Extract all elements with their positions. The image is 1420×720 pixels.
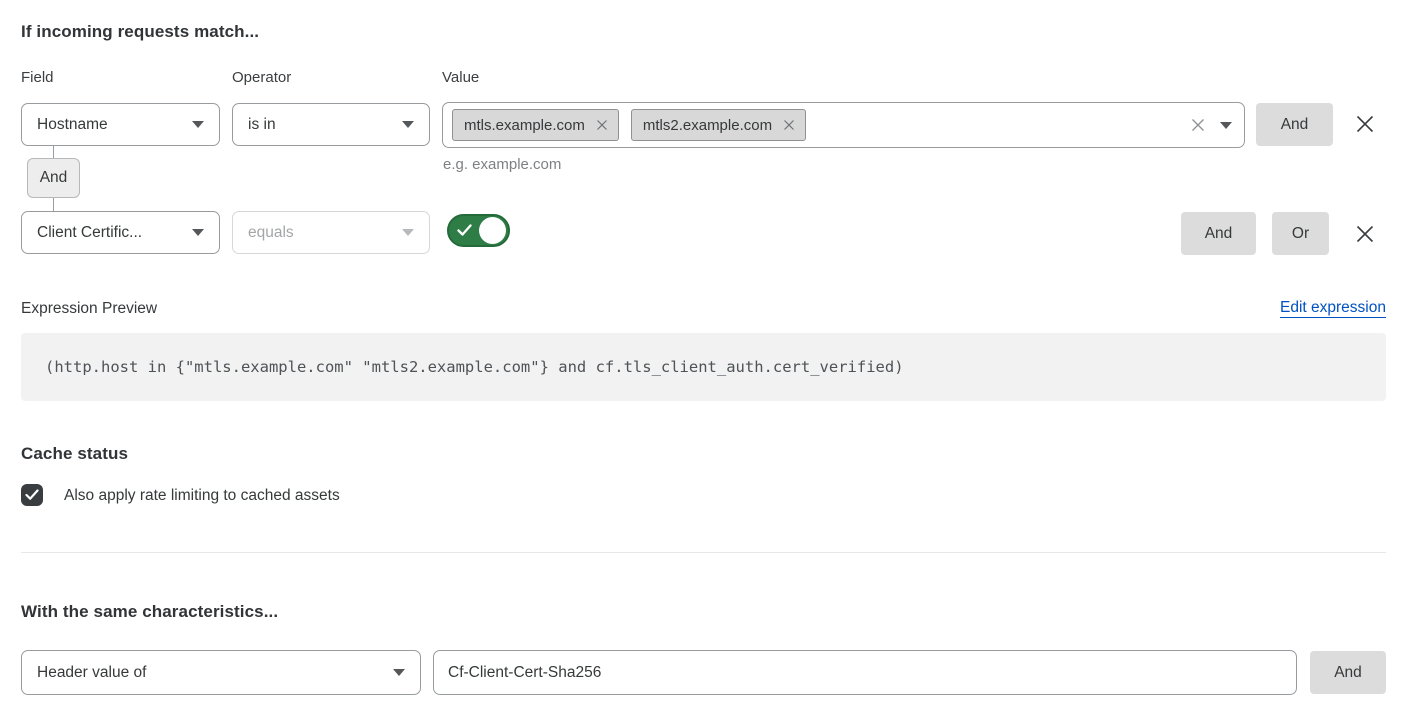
connector-and-button[interactable]: And (27, 158, 80, 198)
chevron-down-icon (192, 121, 204, 128)
characteristics-title: With the same characteristics... (21, 602, 278, 622)
chevron-down-icon (402, 121, 414, 128)
cached-assets-checkbox[interactable] (21, 484, 43, 506)
remove-tag-icon[interactable] (783, 119, 795, 131)
field-select-row2[interactable]: Client Certific... (21, 211, 220, 254)
cert-verified-toggle[interactable] (447, 214, 510, 247)
section-divider (21, 552, 1386, 553)
operator-select-row1[interactable]: is in (232, 103, 430, 146)
delete-row1-icon[interactable] (1353, 112, 1377, 136)
chevron-down-icon (192, 229, 204, 236)
header-name-input[interactable] (433, 650, 1297, 695)
value-tag-text: mtls.example.com (464, 117, 585, 134)
chevron-down-icon[interactable] (1220, 122, 1232, 129)
chevron-down-icon (402, 229, 414, 236)
value-tag[interactable]: mtls2.example.com (631, 109, 806, 141)
cached-assets-checkbox-label: Also apply rate limiting to cached asset… (64, 487, 340, 505)
expression-preview-block: (http.host in {"mtls.example.com" "mtls2… (21, 333, 1386, 401)
value-tag-text: mtls2.example.com (643, 117, 772, 134)
value-tag-list: mtls.example.com mtls2.example.com (452, 109, 1190, 141)
field-select-row2-value: Client Certific... (37, 224, 142, 242)
cache-status-title: Cache status (21, 444, 128, 464)
rule-builder: If incoming requests match... Field Oper… (0, 0, 1420, 720)
operator-select-row1-value: is in (248, 116, 276, 134)
operator-column-label: Operator (232, 69, 291, 86)
delete-row2-icon[interactable] (1353, 222, 1377, 246)
connector-line-top (53, 146, 54, 158)
edit-expression-link[interactable]: Edit expression (1280, 299, 1386, 318)
check-icon (25, 489, 39, 501)
field-select-row1-value: Hostname (37, 116, 108, 134)
toggle-knob (479, 217, 506, 244)
value-controls (1190, 117, 1232, 133)
value-multiselect-row1[interactable]: mtls.example.com mtls2.example.com (442, 102, 1245, 148)
match-section-title: If incoming requests match... (21, 22, 259, 42)
characteristic-select[interactable]: Header value of (21, 650, 421, 695)
expression-code: (http.host in {"mtls.example.com" "mtls2… (21, 358, 904, 376)
add-and-condition-button-row1[interactable]: And (1256, 103, 1333, 146)
operator-select-row2-value: equals (248, 224, 294, 242)
characteristic-select-value: Header value of (37, 664, 146, 682)
remove-tag-icon[interactable] (596, 119, 608, 131)
chevron-down-icon (393, 669, 405, 676)
value-column-label: Value (442, 69, 479, 86)
add-characteristic-button[interactable]: And (1310, 651, 1386, 694)
field-select-row1[interactable]: Hostname (21, 103, 220, 146)
operator-select-row2: equals (232, 211, 430, 254)
field-column-label: Field (21, 69, 54, 86)
connector-line-bottom (53, 198, 54, 211)
value-helper-text: e.g. example.com (443, 156, 561, 173)
add-or-condition-button-row2[interactable]: Or (1272, 212, 1329, 255)
add-and-condition-button-row2[interactable]: And (1181, 212, 1256, 255)
expression-preview-label: Expression Preview (21, 300, 157, 318)
clear-values-icon[interactable] (1190, 117, 1206, 133)
value-tag[interactable]: mtls.example.com (452, 109, 619, 141)
check-icon (457, 224, 472, 237)
